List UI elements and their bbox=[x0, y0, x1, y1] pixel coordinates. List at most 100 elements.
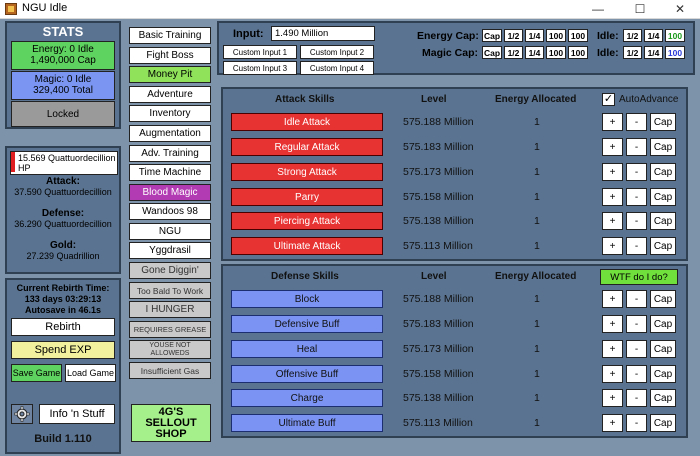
menu-augmentation[interactable]: Augmentation bbox=[129, 125, 211, 142]
settings-gear-button[interactable] bbox=[11, 404, 33, 424]
skill-ultimate-attack-button[interactable]: Ultimate Attack bbox=[231, 237, 383, 255]
menu-fight-boss[interactable]: Fight Boss bbox=[129, 47, 211, 64]
energy-100b-button[interactable]: 100 bbox=[568, 29, 588, 42]
menu-gone-diggin[interactable]: Gone Diggin' bbox=[129, 262, 211, 279]
magic-100-button[interactable]: 100 bbox=[546, 46, 566, 59]
energy-idle-half-button[interactable]: 1/2 bbox=[623, 29, 642, 42]
menu-insufficient-gas[interactable]: Insufficient Gas bbox=[129, 362, 211, 379]
defense-cap-2[interactable]: Cap bbox=[650, 340, 676, 358]
magic-100b-button[interactable]: 100 bbox=[568, 46, 588, 59]
defense-plus-3[interactable]: + bbox=[602, 365, 623, 383]
custom-input-1-button[interactable]: Custom Input 1 bbox=[223, 45, 297, 59]
defense-plus-5[interactable]: + bbox=[602, 414, 623, 432]
menu-adventure[interactable]: Adventure bbox=[129, 86, 211, 103]
skill-block-button[interactable]: Block bbox=[231, 290, 383, 308]
attack-minus-0[interactable]: - bbox=[626, 113, 647, 131]
attack-plus-3[interactable]: + bbox=[602, 188, 623, 206]
energy-idle-quarter-button[interactable]: 1/4 bbox=[644, 29, 663, 42]
defense-minus-5[interactable]: - bbox=[626, 414, 647, 432]
attack-plus-1[interactable]: + bbox=[602, 138, 623, 156]
custom-input-3-button[interactable]: Custom Input 3 bbox=[223, 61, 297, 75]
attack-minus-2[interactable]: - bbox=[626, 163, 647, 181]
defense-minus-4[interactable]: - bbox=[626, 389, 647, 407]
defense-plus-0[interactable]: + bbox=[602, 290, 623, 308]
skill-strong-attack-button[interactable]: Strong Attack bbox=[231, 163, 383, 181]
attack-minus-3[interactable]: - bbox=[626, 188, 647, 206]
attack-cap-2[interactable]: Cap bbox=[650, 163, 676, 181]
skill-heal-button[interactable]: Heal bbox=[231, 340, 383, 358]
autoadvance-checkbox[interactable]: ✓ bbox=[602, 93, 615, 106]
save-game-button[interactable]: Save Game bbox=[11, 364, 62, 382]
defense-minus-1[interactable]: - bbox=[626, 315, 647, 333]
spend-exp-button[interactable]: Spend EXP bbox=[11, 341, 115, 359]
defense-cap-0[interactable]: Cap bbox=[650, 290, 676, 308]
info-button[interactable]: Info 'n Stuff bbox=[39, 404, 115, 424]
attack-cap-1[interactable]: Cap bbox=[650, 138, 676, 156]
custom-input-4-button[interactable]: Custom Input 4 bbox=[300, 61, 374, 75]
defense-minus-3[interactable]: - bbox=[626, 365, 647, 383]
defense-plus-4[interactable]: + bbox=[602, 389, 623, 407]
menu-time-machine[interactable]: Time Machine bbox=[129, 164, 211, 181]
menu-adv-training[interactable]: Adv. Training bbox=[129, 145, 211, 162]
custom-input-2-button[interactable]: Custom Input 2 bbox=[300, 45, 374, 59]
load-game-button[interactable]: Load Game bbox=[65, 364, 116, 382]
skill-idle-attack-button[interactable]: Idle Attack bbox=[231, 113, 383, 131]
skill-regular-attack-button[interactable]: Regular Attack bbox=[231, 138, 383, 156]
build-version: Build 1.110 bbox=[34, 433, 92, 445]
sellout-shop-button[interactable]: 4G'S SELLOUT SHOP bbox=[131, 404, 211, 442]
energy-cap-button[interactable]: Cap bbox=[482, 29, 502, 42]
attack-minus-1[interactable]: - bbox=[626, 138, 647, 156]
menu-i-hunger[interactable]: I HUNGER bbox=[129, 301, 211, 318]
menu-blood-magic[interactable]: Blood Magic bbox=[129, 184, 211, 201]
attack-minus-5[interactable]: - bbox=[626, 237, 647, 255]
attack-plus-2[interactable]: + bbox=[602, 163, 623, 181]
menu-youse-not-alloweds[interactable]: YOUSE NOT ALLOWEDS bbox=[129, 340, 211, 359]
defense-cap-3[interactable]: Cap bbox=[650, 365, 676, 383]
menu-wandoos[interactable]: Wandoos 98 bbox=[129, 203, 211, 220]
magic-half-button[interactable]: 1/2 bbox=[504, 46, 523, 59]
attack-cap-4[interactable]: Cap bbox=[650, 212, 676, 230]
defense-plus-2[interactable]: + bbox=[602, 340, 623, 358]
rebirth-button[interactable]: Rebirth bbox=[11, 318, 115, 336]
magic-quarter-button[interactable]: 1/4 bbox=[525, 46, 544, 59]
defense-minus-2[interactable]: - bbox=[626, 340, 647, 358]
energy-idle-100-button[interactable]: 100 bbox=[665, 29, 685, 42]
skill-parry-button[interactable]: Parry bbox=[231, 188, 383, 206]
energy-half-button[interactable]: 1/2 bbox=[504, 29, 523, 42]
magic-idle-100-button[interactable]: 100 bbox=[665, 46, 685, 59]
skill-offensive-buff-button[interactable]: Offensive Buff bbox=[231, 365, 383, 383]
skill-charge-button[interactable]: Charge bbox=[231, 389, 383, 407]
attack-cap-0[interactable]: Cap bbox=[650, 113, 676, 131]
energy-100-button[interactable]: 100 bbox=[546, 29, 566, 42]
menu-yggdrasil[interactable]: Yggdrasil bbox=[129, 242, 211, 259]
menu-inventory[interactable]: Inventory bbox=[129, 105, 211, 122]
maximize-button[interactable]: ☐ bbox=[620, 0, 660, 18]
menu-basic-training[interactable]: Basic Training bbox=[129, 27, 211, 44]
menu-requires-grease[interactable]: REQUIRES GREASE bbox=[129, 321, 211, 338]
energy-input-field[interactable] bbox=[271, 26, 375, 41]
magic-idle-quarter-button[interactable]: 1/4 bbox=[644, 46, 663, 59]
attack-plus-5[interactable]: + bbox=[602, 237, 623, 255]
attack-minus-4[interactable]: - bbox=[626, 212, 647, 230]
menu-ngu[interactable]: NGU bbox=[129, 223, 211, 240]
close-button[interactable]: ✕ bbox=[660, 0, 700, 18]
magic-idle-half-button[interactable]: 1/2 bbox=[623, 46, 642, 59]
attack-cap-5[interactable]: Cap bbox=[650, 237, 676, 255]
defense-cap-1[interactable]: Cap bbox=[650, 315, 676, 333]
defense-minus-0[interactable]: - bbox=[626, 290, 647, 308]
menu-too-bald[interactable]: Too Bald To Work bbox=[129, 282, 211, 299]
defense-cap-5[interactable]: Cap bbox=[650, 414, 676, 432]
skill-defensive-buff-button[interactable]: Defensive Buff bbox=[231, 315, 383, 333]
menu-money-pit[interactable]: Money Pit bbox=[129, 66, 211, 83]
skill-piercing-attack-button[interactable]: Piercing Attack bbox=[231, 212, 383, 230]
defense-cap-4[interactable]: Cap bbox=[650, 389, 676, 407]
attack-cap-3[interactable]: Cap bbox=[650, 188, 676, 206]
attack-plus-4[interactable]: + bbox=[602, 212, 623, 230]
skill-ultimate-buff-button[interactable]: Ultimate Buff bbox=[231, 414, 383, 432]
defense-plus-1[interactable]: + bbox=[602, 315, 623, 333]
energy-quarter-button[interactable]: 1/4 bbox=[525, 29, 544, 42]
help-button[interactable]: WTF do I do? bbox=[600, 269, 678, 285]
minimize-button[interactable]: — bbox=[578, 0, 618, 18]
attack-plus-0[interactable]: + bbox=[602, 113, 623, 131]
magic-cap-button[interactable]: Cap bbox=[482, 46, 502, 59]
